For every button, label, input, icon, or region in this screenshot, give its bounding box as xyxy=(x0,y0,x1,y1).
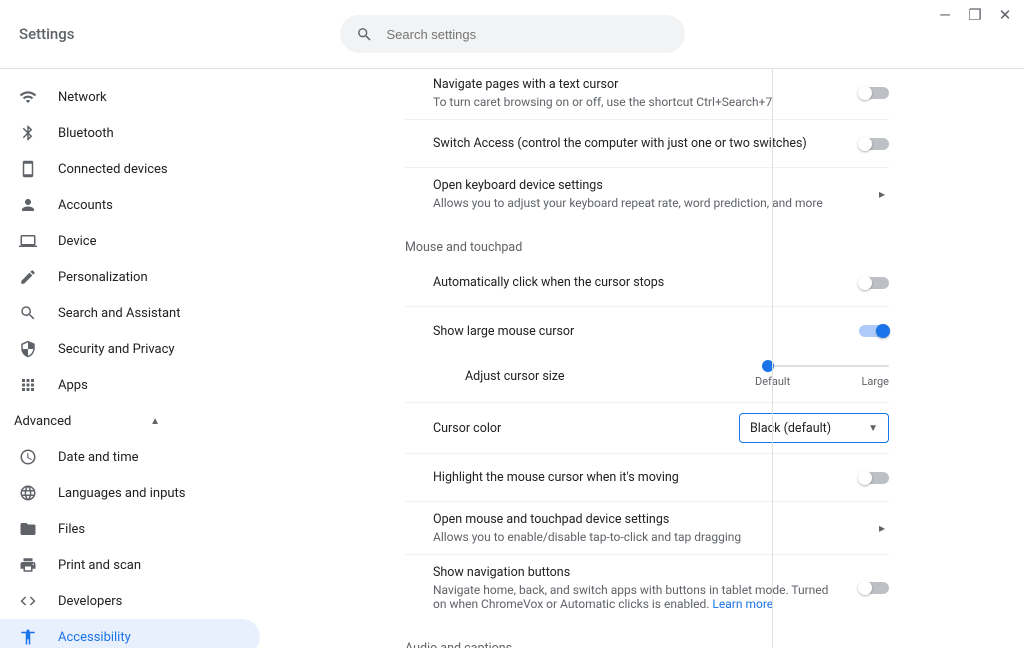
phone-icon xyxy=(18,159,38,179)
printer-icon xyxy=(18,555,38,575)
setting-title: Open mouse and touchpad device settings xyxy=(433,512,863,527)
sidebar-item-security-privacy[interactable]: Security and Privacy xyxy=(0,331,260,367)
autoclick-toggle[interactable] xyxy=(859,277,889,289)
chevron-down-icon: ▼ xyxy=(868,423,878,434)
sidebar-item-label: Personalization xyxy=(58,270,148,285)
switch-access-toggle[interactable] xyxy=(859,138,889,150)
sidebar-item-accessibility[interactable]: Accessibility xyxy=(0,619,260,648)
sidebar-item-files[interactable]: Files xyxy=(0,511,180,547)
setting-description: Allows you to enable/disable tap-to-clic… xyxy=(433,530,863,544)
chevron-up-icon: ▲ xyxy=(150,416,160,427)
setting-nav-buttons: Show navigation buttons Navigate home, b… xyxy=(405,555,889,621)
window-minimize-button[interactable]: — xyxy=(936,6,954,24)
person-icon xyxy=(18,195,38,215)
sidebar-item-device[interactable]: Device xyxy=(0,223,180,259)
setting-autoclick: Automatically click when the cursor stop… xyxy=(405,259,889,307)
sidebar-item-date-time[interactable]: Date and time xyxy=(0,439,260,475)
search-input[interactable] xyxy=(387,27,669,42)
slider-max-label: Large xyxy=(861,375,889,388)
window-close-button[interactable]: ✕ xyxy=(996,6,1014,24)
caret-browsing-toggle[interactable] xyxy=(859,87,889,99)
sidebar-item-accounts[interactable]: Accounts xyxy=(0,187,180,223)
setting-title: Highlight the mouse cursor when it's mov… xyxy=(433,470,843,485)
setting-large-cursor: Show large mouse cursor xyxy=(405,307,889,355)
search-field[interactable] xyxy=(340,15,685,53)
sidebar-item-bluetooth[interactable]: Bluetooth xyxy=(0,115,180,151)
setting-cursor-color: Cursor color Black (default) ▼ xyxy=(405,403,889,454)
laptop-icon xyxy=(18,231,38,251)
large-cursor-toggle[interactable] xyxy=(859,325,889,337)
sidebar-item-label: Device xyxy=(58,234,97,249)
sidebar-item-print-scan[interactable]: Print and scan xyxy=(0,547,260,583)
pencil-icon xyxy=(18,267,38,287)
sidebar-item-label: Developers xyxy=(58,594,122,609)
sidebar-item-label: Search and Assistant xyxy=(58,306,181,321)
sidebar-item-label: Apps xyxy=(58,378,88,393)
sidebar-item-network[interactable]: Network xyxy=(0,79,180,115)
setting-caret-browsing: Navigate pages with a text cursor To tur… xyxy=(405,69,889,120)
clock-icon xyxy=(18,447,38,467)
setting-title: Cursor color xyxy=(433,421,723,436)
apps-icon xyxy=(18,375,38,395)
sidebar-advanced-label: Advanced xyxy=(14,414,71,429)
chevron-right-icon: ▸ xyxy=(879,187,889,201)
learn-more-link[interactable]: Learn more xyxy=(712,597,773,611)
sidebar-item-label: Security and Privacy xyxy=(58,342,175,357)
accessibility-icon xyxy=(18,627,38,647)
dropdown-value: Black (default) xyxy=(750,421,831,436)
sidebar-item-label: Print and scan xyxy=(58,558,141,573)
sidebar-item-label: Date and time xyxy=(58,450,139,465)
setting-mouse-link[interactable]: Open mouse and touchpad device settings … xyxy=(405,502,889,555)
setting-cursor-size: Adjust cursor size Default Large xyxy=(405,355,889,403)
window-restore-button[interactable]: ❐ xyxy=(966,6,984,24)
sidebar-item-search-assistant[interactable]: Search and Assistant xyxy=(0,295,260,331)
setting-title: Switch Access (control the computer with… xyxy=(433,136,843,151)
highlight-cursor-toggle[interactable] xyxy=(859,472,889,484)
sidebar-advanced-toggle[interactable]: Advanced ▲ xyxy=(0,403,270,439)
setting-description: Navigate home, back, and switch apps wit… xyxy=(433,583,843,611)
setting-title: Show large mouse cursor xyxy=(433,324,843,339)
sidebar-item-label: Languages and inputs xyxy=(58,486,186,501)
wifi-icon xyxy=(18,87,38,107)
setting-description: To turn caret browsing on or off, use th… xyxy=(433,95,843,109)
header: Settings xyxy=(0,0,1024,69)
settings-content: Navigate pages with a text cursor To tur… xyxy=(270,69,1024,648)
sidebar-item-label: Accounts xyxy=(58,198,113,213)
panel-divider xyxy=(772,69,773,648)
chevron-right-icon: ▸ xyxy=(879,521,889,535)
section-mouse-touchpad: Mouse and touchpad xyxy=(405,240,889,255)
sidebar-item-label: Accessibility xyxy=(58,630,131,645)
sidebar-item-apps[interactable]: Apps xyxy=(0,367,180,403)
sidebar-item-developers[interactable]: Developers xyxy=(0,583,260,619)
search-icon xyxy=(356,26,373,43)
setting-title: Show navigation buttons xyxy=(433,565,843,580)
sidebar: Network Bluetooth Connected devices Acco… xyxy=(0,69,270,648)
setting-keyboard-link[interactable]: Open keyboard device settings Allows you… xyxy=(405,168,889,220)
bluetooth-icon xyxy=(18,123,38,143)
search-icon xyxy=(18,303,38,323)
shield-icon xyxy=(18,339,38,359)
setting-highlight-cursor: Highlight the mouse cursor when it's mov… xyxy=(405,454,889,502)
sidebar-item-label: Connected devices xyxy=(58,162,168,177)
nav-buttons-toggle[interactable] xyxy=(859,582,889,594)
sidebar-item-label: Bluetooth xyxy=(58,126,114,141)
cursor-size-slider[interactable] xyxy=(765,365,889,367)
folder-icon xyxy=(18,519,38,539)
setting-switch-access: Switch Access (control the computer with… xyxy=(405,120,889,168)
page-title: Settings xyxy=(19,25,75,43)
sidebar-item-label: Network xyxy=(58,90,107,105)
sidebar-item-connected-devices[interactable]: Connected devices xyxy=(0,151,260,187)
setting-title: Automatically click when the cursor stop… xyxy=(433,275,843,290)
setting-description: Allows you to adjust your keyboard repea… xyxy=(433,196,863,210)
sidebar-item-label: Files xyxy=(58,522,85,537)
sidebar-item-personalization[interactable]: Personalization xyxy=(0,259,260,295)
sidebar-item-languages[interactable]: Languages and inputs xyxy=(0,475,260,511)
code-icon xyxy=(18,591,38,611)
section-audio-captions: Audio and captions xyxy=(405,641,889,648)
cursor-color-dropdown[interactable]: Black (default) ▼ xyxy=(739,413,889,443)
setting-title: Adjust cursor size xyxy=(465,369,738,384)
globe-icon xyxy=(18,483,38,503)
setting-title: Open keyboard device settings xyxy=(433,178,863,193)
setting-title: Navigate pages with a text cursor xyxy=(433,77,843,92)
